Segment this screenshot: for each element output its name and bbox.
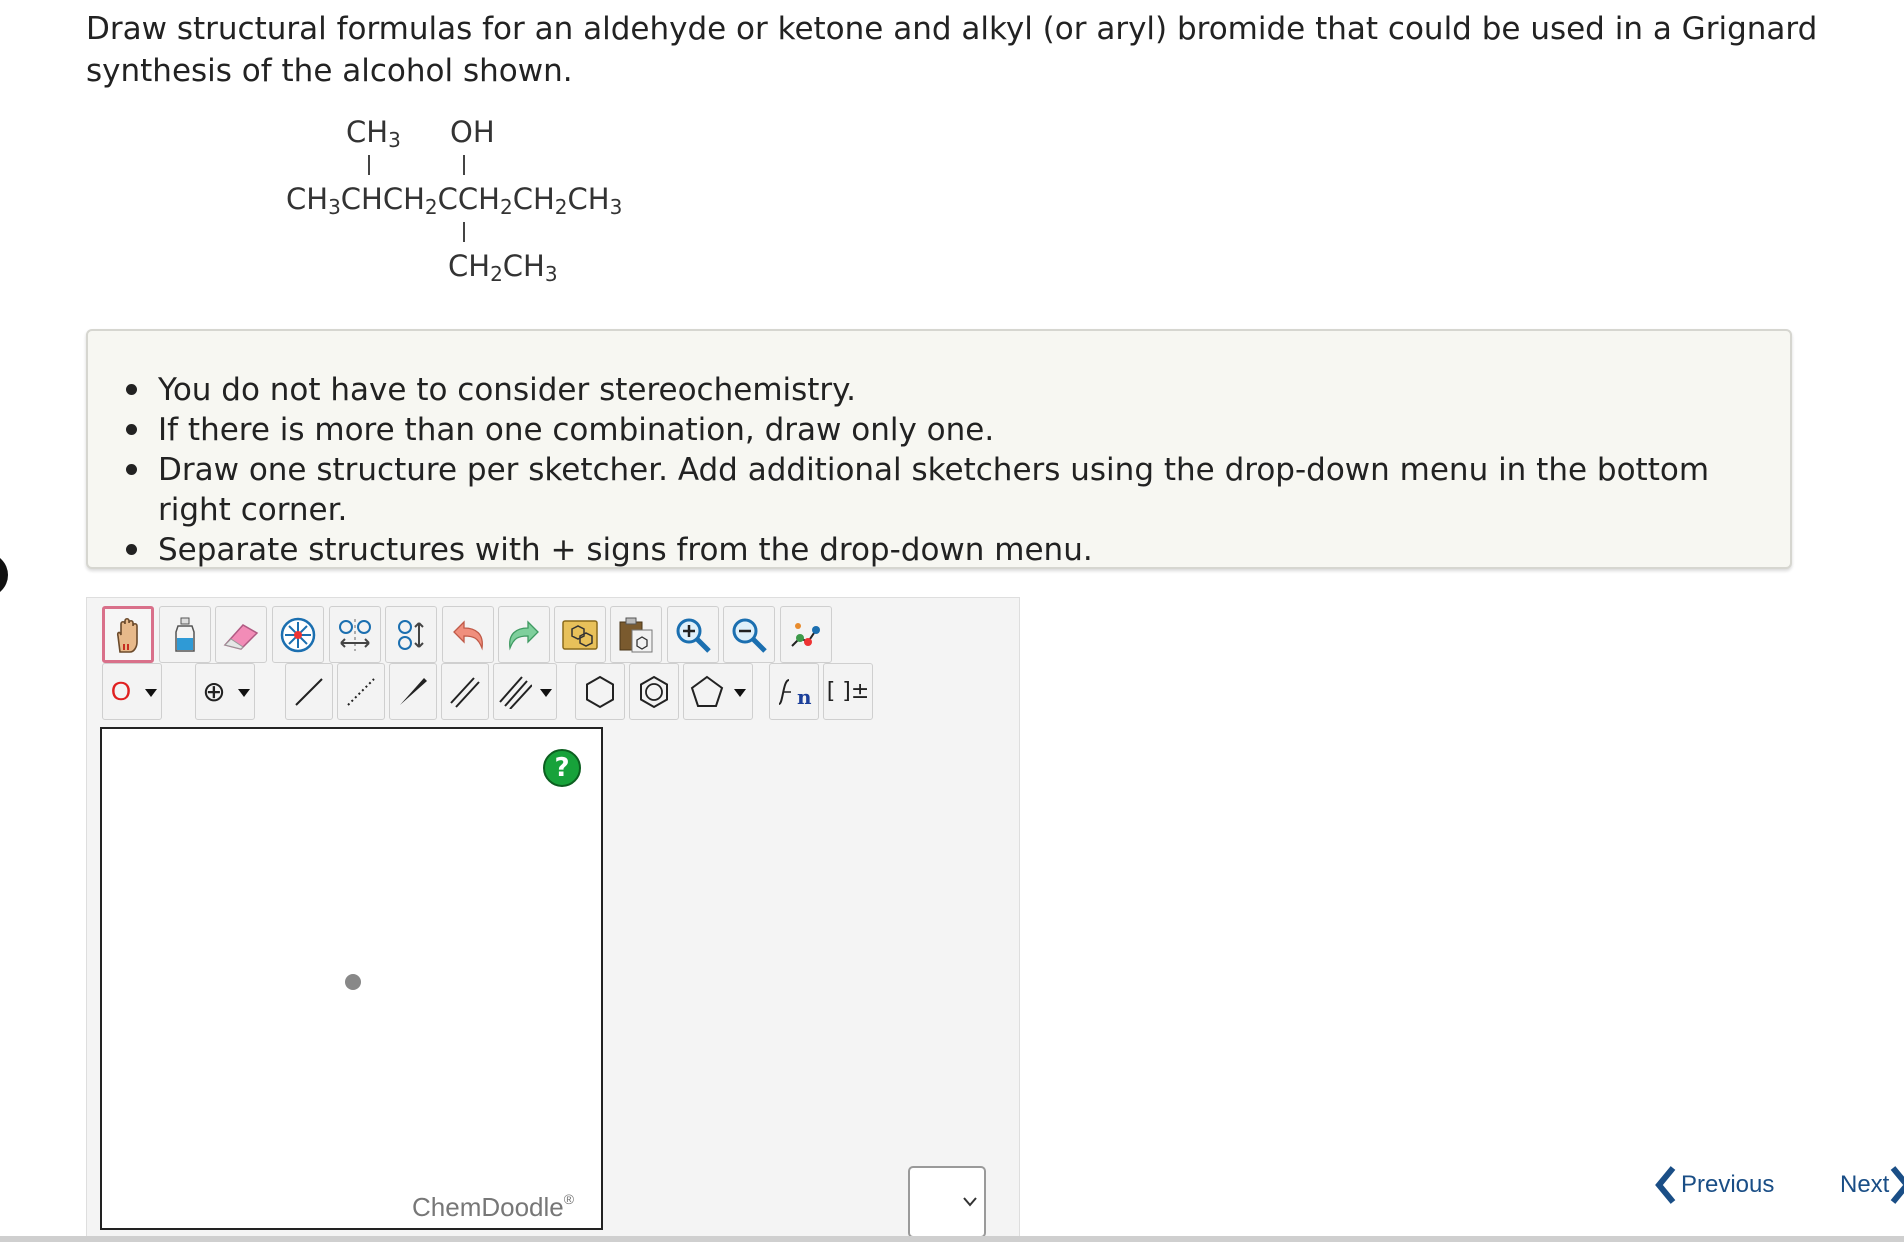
next-label: Next: [1840, 1171, 1890, 1198]
bond-line: [463, 222, 465, 242]
bottom-divider: [0, 1236, 1904, 1242]
cyclohexane-button[interactable]: [575, 663, 625, 720]
charge-icon: ⊕: [202, 675, 226, 708]
zoom-in-button[interactable]: [667, 606, 719, 663]
help-button[interactable]: ?: [543, 749, 581, 787]
brackets-label: [ ]±: [826, 679, 870, 704]
repeat-unit-button[interactable]: n: [769, 663, 819, 720]
triple-bond-selector[interactable]: [493, 663, 557, 720]
svg-text:n: n: [797, 685, 812, 709]
ethyl-branch: CH2CH3: [448, 249, 558, 286]
instruction-item: Separate structures with + signs from th…: [126, 530, 1778, 570]
templates-icon: [562, 619, 598, 650]
side-panel-tab[interactable]: [0, 553, 8, 597]
brackets-button[interactable]: [ ]±: [823, 663, 873, 720]
single-bond-button[interactable]: [285, 663, 333, 720]
ring-selector[interactable]: [683, 663, 753, 720]
main-chain: CH3CHCH2CCH2CH2CH3: [286, 182, 623, 219]
repeat-unit-icon: n: [778, 678, 812, 709]
question-text: Draw structural formulas for an aldehyde…: [86, 11, 1818, 89]
instruction-item: Draw one structure per sketcher. Add add…: [126, 450, 1778, 530]
zoom-out-button[interactable]: [723, 606, 775, 663]
center-icon: [280, 617, 316, 652]
cursor-dot: [345, 974, 361, 990]
hand-tool-button[interactable]: [102, 606, 154, 663]
instructions-list: You do not have to consider stereochemis…: [126, 370, 1778, 570]
wedge-bond-button[interactable]: [389, 663, 437, 720]
previous-button[interactable]: Previous: [1655, 1166, 1774, 1204]
triple-bond-icon: [499, 675, 532, 709]
bond-line: [368, 155, 370, 175]
instructions-panel: You do not have to consider stereochemis…: [86, 329, 1792, 569]
chevron-down-icon: [734, 689, 746, 697]
previous-label: Previous: [1681, 1171, 1775, 1198]
undo-button[interactable]: [442, 606, 494, 663]
chevron-left-icon: [1655, 1166, 1676, 1204]
alcohol-structure: CH3 OH CH3CHCH2CCH2CH2CH3 CH2CH3: [280, 115, 700, 290]
paste-button[interactable]: [610, 606, 662, 663]
clean-icon: [791, 622, 820, 647]
bottle-icon: [175, 617, 195, 652]
methyl-branch: CH3: [346, 115, 401, 152]
clean-button[interactable]: [780, 606, 832, 663]
chemdoodle-brand: ChemDoodle®: [412, 1191, 575, 1222]
zoom-in-icon: [676, 618, 711, 653]
chevron-down-icon: [238, 689, 250, 697]
eraser-icon: [223, 623, 259, 650]
hashed-bond-button[interactable]: [337, 663, 385, 720]
center-button[interactable]: [272, 606, 324, 663]
redo-icon: [509, 619, 539, 651]
hashed-bond-icon: [347, 677, 375, 706]
pentagon-icon: [690, 675, 724, 707]
eraser-button[interactable]: [215, 606, 267, 663]
chevron-down-icon: [963, 1197, 977, 1207]
clear-button[interactable]: [159, 606, 211, 663]
wedge-bond-icon: [400, 677, 427, 705]
hydroxyl-group: OH: [450, 115, 495, 149]
charge-selector[interactable]: ⊕: [195, 663, 255, 720]
benzene-icon: [640, 675, 668, 708]
bond-line: [463, 155, 465, 175]
undo-icon: [453, 619, 483, 651]
sketcher-add-dropdown[interactable]: [908, 1166, 986, 1238]
double-bond-button[interactable]: [441, 663, 489, 720]
flip-vertical-button[interactable]: [385, 606, 437, 663]
instruction-item: You do not have to consider stereochemis…: [126, 370, 1778, 410]
benzene-button[interactable]: [629, 663, 679, 720]
instruction-item: If there is more than one combination, d…: [126, 410, 1778, 450]
flip-vertical-icon: [398, 619, 424, 650]
flip-horizontal-button[interactable]: [329, 606, 381, 663]
chevron-down-icon: [540, 689, 552, 697]
redo-button[interactable]: [498, 606, 550, 663]
element-selector[interactable]: O: [102, 663, 162, 720]
chevron-right-icon: [1891, 1166, 1904, 1204]
zoom-out-icon: [732, 618, 767, 653]
sketcher-canvas[interactable]: ? ChemDoodle®: [100, 727, 603, 1230]
clipboard-icon: [619, 617, 653, 652]
element-label: O: [110, 676, 132, 706]
double-bond-icon: [450, 676, 480, 708]
hand-icon: [117, 617, 138, 653]
flip-icon: [339, 618, 371, 651]
next-button[interactable]: Next: [1840, 1166, 1904, 1204]
templates-button[interactable]: [554, 606, 606, 663]
hexagon-icon: [586, 675, 614, 708]
chevron-down-icon: [145, 689, 157, 697]
single-bond-icon: [295, 677, 323, 706]
